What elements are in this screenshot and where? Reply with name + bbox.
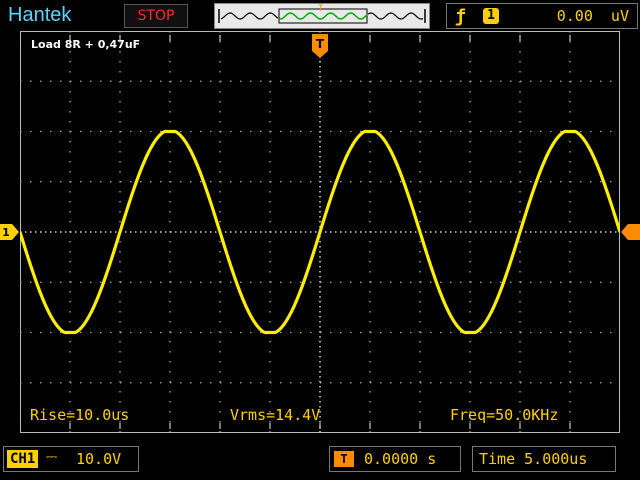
rising-edge-icon: ƒ: [455, 6, 466, 27]
measure-freq: Freq=50.0KHz: [450, 406, 559, 424]
trigger-level: 0.00 uV: [556, 7, 629, 25]
ch1-ground-marker[interactable]: 1: [0, 224, 20, 240]
brand-logo: Hantek: [8, 4, 72, 26]
trigger-panel[interactable]: ƒ 1 0.00 uV: [446, 3, 638, 29]
measure-vrms: Vrms=14.4V: [230, 406, 321, 424]
bottom-bar: CH1 ⎓ 10.0V T 0.0000 s Time 5.000us: [0, 440, 640, 480]
ch1-tag: CH1: [7, 450, 39, 468]
top-bar: Hantek STOP T ƒ 1 0.00 uV: [0, 0, 640, 30]
volts-per-div: 10.0V: [76, 450, 122, 468]
dc-coupling-icon: ⎓: [46, 449, 58, 465]
timebase-readout[interactable]: Time 5.000us: [472, 446, 616, 472]
trigger-position-readout[interactable]: T 0.0000 s: [329, 446, 461, 472]
overview-trigger-marker: T: [318, 4, 324, 14]
overview-trace-right: [367, 12, 424, 20]
trigger-channel: 1: [483, 8, 499, 24]
screen-note: Load 8R + 0,47uF: [31, 38, 141, 51]
trigger-marker-label: T: [316, 37, 325, 51]
ch1-settings[interactable]: CH1 ⎓ 10.0V: [3, 446, 139, 472]
ch1-marker-label: 1: [2, 226, 10, 239]
trigger-position-marker[interactable]: T: [311, 31, 329, 61]
trigger-position-icon: T: [334, 451, 354, 467]
scope-grid: [20, 31, 620, 433]
waveform-overview: T: [214, 3, 430, 29]
trigger-level-marker[interactable]: [620, 224, 640, 240]
timebase-value: Time 5.000us: [479, 450, 588, 468]
scope-screen: [20, 31, 620, 433]
trigger-position-value: 0.0000 s: [364, 450, 437, 468]
run-stop-status[interactable]: STOP: [124, 4, 188, 28]
overview-trace: [220, 12, 279, 20]
overview-preview: T: [218, 4, 426, 24]
measure-rise: Rise=10.0us: [30, 406, 130, 424]
